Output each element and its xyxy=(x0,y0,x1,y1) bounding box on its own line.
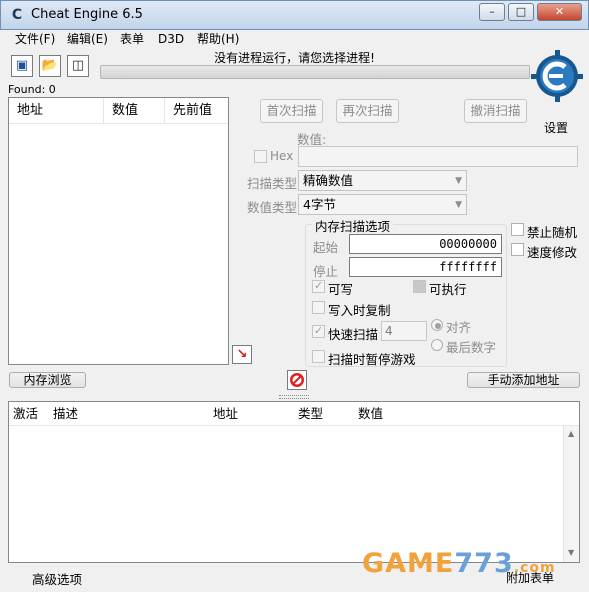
executable-checkbox[interactable] xyxy=(413,280,426,293)
menu-edit[interactable]: 编辑(E) xyxy=(63,30,112,49)
cheat-engine-logo[interactable] xyxy=(531,50,583,102)
menu-table[interactable]: 表单 xyxy=(116,30,148,49)
column-table-value[interactable]: 数值 xyxy=(358,402,383,426)
vertical-scrollbar[interactable]: ▲ ▼ xyxy=(563,426,579,562)
writable-checkbox[interactable] xyxy=(312,279,325,293)
minimize-button[interactable]: – xyxy=(479,3,505,21)
pause-game-checkbox[interactable] xyxy=(312,350,325,363)
fast-scan-checkbox[interactable] xyxy=(312,324,325,338)
no-random-checkbox[interactable] xyxy=(511,223,524,236)
hex-label: Hex xyxy=(270,149,294,163)
window-title: Cheat Engine 6.5 xyxy=(31,7,143,22)
column-value[interactable]: 数值 xyxy=(104,98,165,124)
no-random-label: 禁止随机 xyxy=(527,225,578,240)
red-arrow-icon: ↘ xyxy=(236,347,248,362)
start-label: 起始 xyxy=(313,240,339,255)
found-count: Found: 0 xyxy=(8,83,56,96)
scan-progress-bar xyxy=(100,65,530,79)
maximize-button[interactable]: □ xyxy=(508,3,534,21)
watermark-part-game: GAME xyxy=(362,548,455,579)
menu-help[interactable]: 帮助(H) xyxy=(193,30,243,49)
value-type-value: 4字节 xyxy=(303,197,336,212)
align-radio[interactable] xyxy=(431,319,443,331)
stop-address-input[interactable]: ffffffff xyxy=(349,257,502,277)
column-previous[interactable]: 先前值 xyxy=(165,98,228,124)
menu-bar: 文件(F) 编辑(E) 表单 D3D 帮助(H) xyxy=(5,30,584,49)
value-type-select[interactable]: 4字节 ▼ xyxy=(298,194,467,215)
scroll-up-icon: ▲ xyxy=(568,429,575,438)
fast-scan-label: 快速扫描 xyxy=(328,327,379,342)
menu-file[interactable]: 文件(F) xyxy=(11,30,59,49)
executable-label: 可执行 xyxy=(429,282,467,297)
column-table-address[interactable]: 地址 xyxy=(213,402,238,426)
memory-scan-options-title: 内存扫描选项 xyxy=(312,216,394,235)
watermark-part-773: 773 xyxy=(454,548,514,579)
pause-game-label: 扫描时暂停游戏 xyxy=(328,352,416,367)
last-digits-radio[interactable] xyxy=(431,339,443,351)
cheat-engine-app-icon: C xyxy=(11,7,23,23)
copy-to-table-button[interactable]: ↘ xyxy=(232,345,252,364)
results-list-header: 地址 数值 先前值 xyxy=(9,98,228,124)
menu-d3d[interactable]: D3D xyxy=(154,30,188,49)
close-button[interactable]: ✕ xyxy=(537,3,582,21)
align-label: 对齐 xyxy=(446,320,472,335)
column-description[interactable]: 描述 xyxy=(53,402,78,426)
value-input[interactable] xyxy=(298,146,578,167)
chevron-down-icon: ▼ xyxy=(455,200,462,210)
scan-type-select[interactable]: 精确数值 ▼ xyxy=(298,170,467,191)
scroll-down-icon: ▼ xyxy=(568,548,575,557)
clear-list-button[interactable] xyxy=(287,370,307,390)
address-table[interactable]: 激活 描述 地址 类型 数值 ▲ ▼ xyxy=(8,401,580,563)
settings-label[interactable]: 设置 xyxy=(544,119,568,136)
chevron-down-icon: ▼ xyxy=(455,176,462,186)
advanced-options-label[interactable]: 高级选项 xyxy=(32,569,82,588)
hex-checkbox[interactable] xyxy=(254,150,267,163)
scan-type-value: 精确数值 xyxy=(303,173,354,188)
first-scan-button[interactable]: 首次扫描 xyxy=(260,99,323,123)
column-type[interactable]: 类型 xyxy=(298,402,323,426)
column-active[interactable]: 激活 xyxy=(13,402,38,426)
value-type-label: 数值类型 xyxy=(247,200,298,215)
copy-on-write-label: 写入时复制 xyxy=(328,303,391,318)
fast-scan-alignment-input[interactable]: 4 xyxy=(381,321,427,341)
speedhack-checkbox[interactable] xyxy=(511,243,524,256)
speedhack-label: 速度修改 xyxy=(527,245,578,260)
next-scan-button[interactable]: 再次扫描 xyxy=(336,99,399,123)
scan-results-list[interactable]: 地址 数值 先前值 xyxy=(8,97,229,365)
scan-type-label: 扫描类型 xyxy=(247,176,298,191)
undo-scan-button[interactable]: 撤消扫描 xyxy=(464,99,527,123)
column-address[interactable]: 地址 xyxy=(9,98,104,124)
address-table-header: 激活 描述 地址 类型 数值 xyxy=(9,402,579,426)
stop-icon xyxy=(290,373,304,387)
stop-label: 停止 xyxy=(313,264,339,279)
copy-on-write-checkbox[interactable] xyxy=(312,301,325,314)
watermark-part-com: .com xyxy=(513,560,556,576)
add-address-manually-button[interactable]: 手动添加地址 xyxy=(467,372,580,388)
title-bar: C Cheat Engine 6.5 – □ ✕ xyxy=(0,0,589,30)
start-address-input[interactable]: 00000000 xyxy=(349,234,502,254)
last-digits-label: 最后数字 xyxy=(446,340,497,355)
panel-splitter[interactable] xyxy=(279,395,309,399)
process-status-label: 没有进程运行，请您选择进程! xyxy=(214,51,375,65)
writable-label: 可写 xyxy=(328,282,354,297)
watermark-logo: GAME773.com xyxy=(362,548,556,579)
memory-view-button[interactable]: 内存浏览 xyxy=(9,372,86,388)
